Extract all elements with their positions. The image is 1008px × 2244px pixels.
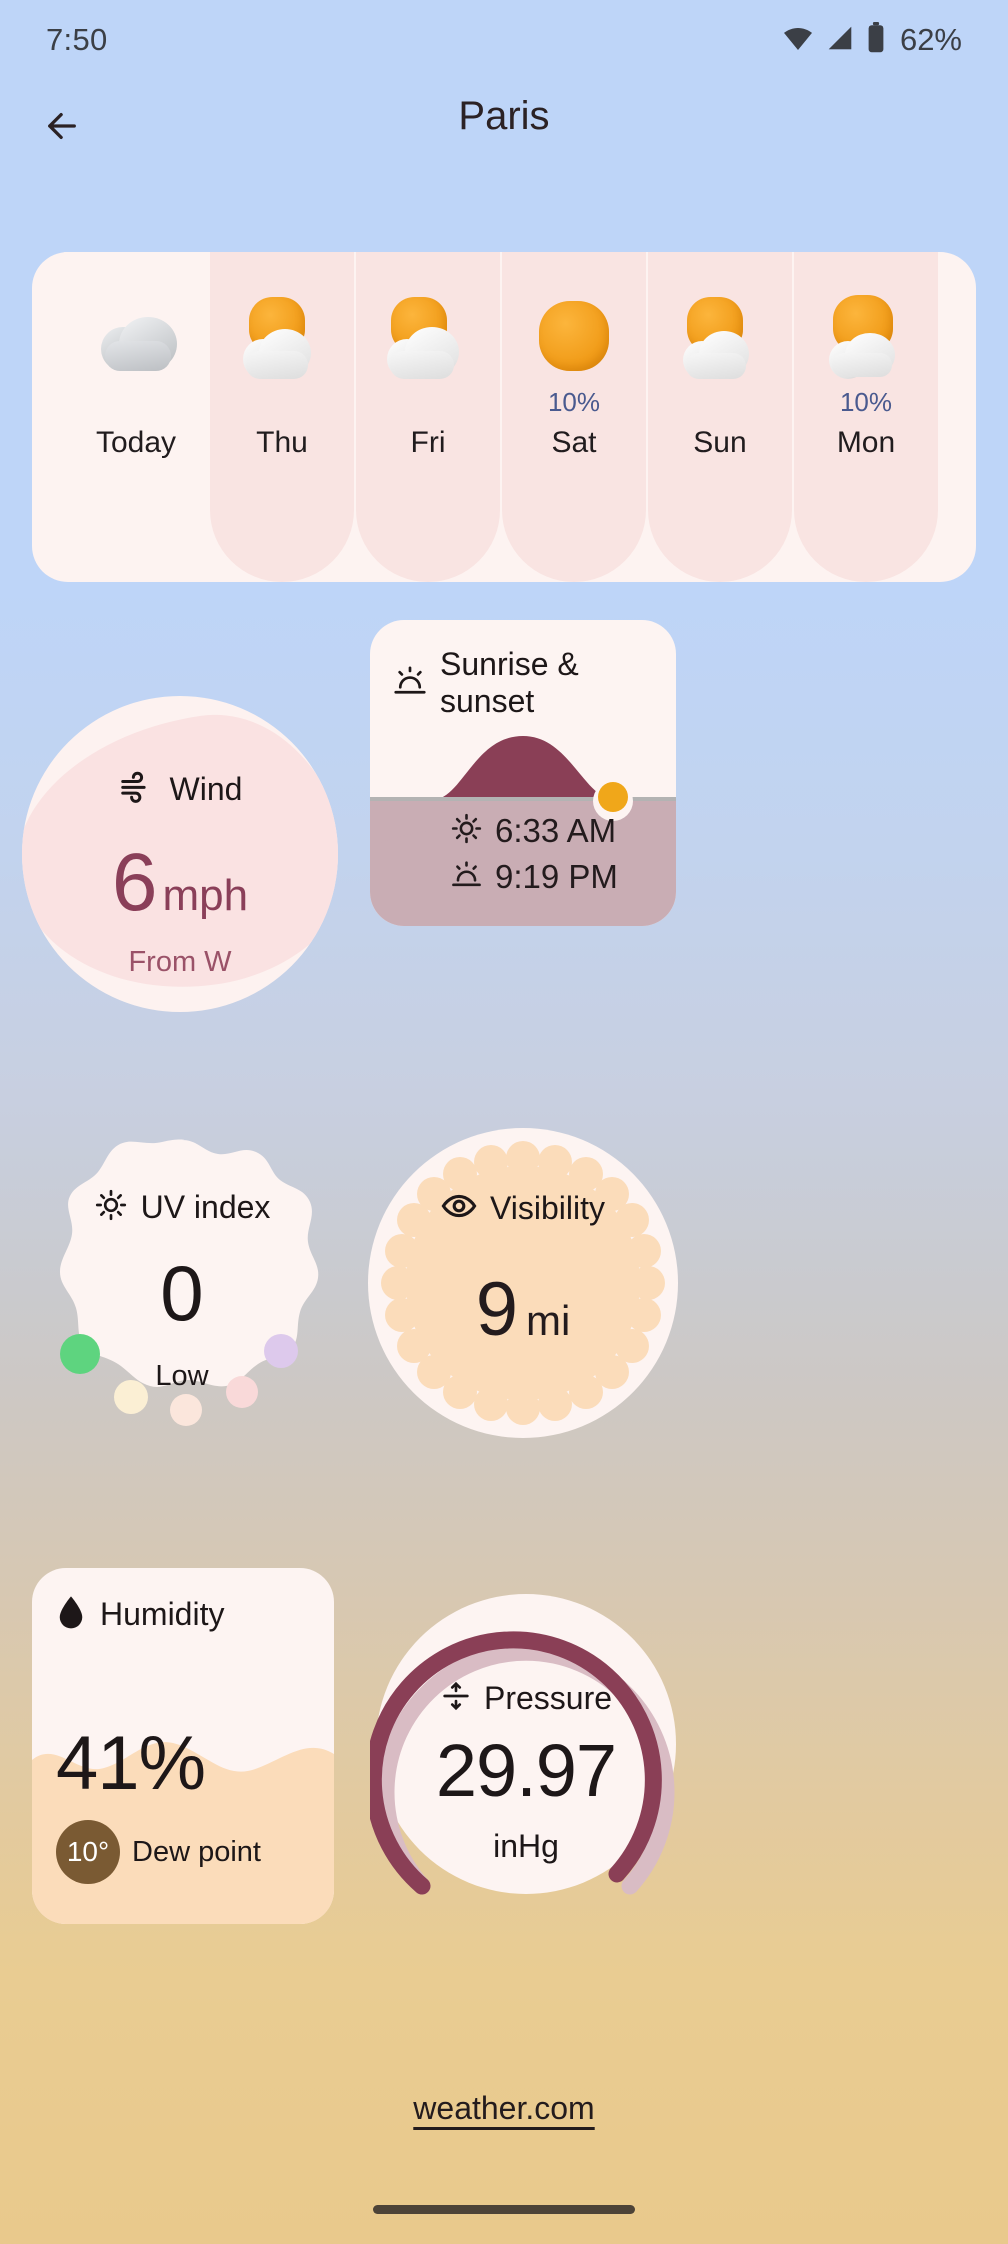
forecast-day-sat[interactable]: 10% Sat <box>502 252 646 582</box>
status-bar-indicators: 62% <box>782 21 962 59</box>
visibility-unit: mi <box>525 1297 571 1344</box>
pressure-value: 29.97 <box>435 1729 617 1812</box>
sun-icon <box>450 812 483 850</box>
eye-icon <box>441 1188 477 1229</box>
wind-value-group: 6 mph <box>22 836 338 930</box>
wifi-icon <box>782 22 814 59</box>
partly-cloudy-icon <box>239 290 325 380</box>
uv-index-card[interactable]: UV index 0 Low <box>36 1138 328 1430</box>
status-bar: 7:50 62% <box>0 0 1008 80</box>
attribution: weather.com <box>0 2090 1008 2127</box>
cloudy-icon <box>93 290 179 380</box>
humidity-value: 41% <box>56 1721 206 1806</box>
status-bar-clock: 7:50 <box>46 22 108 57</box>
battery-icon <box>866 21 886 59</box>
dew-point-label: Dew point <box>132 1835 261 1868</box>
wind-header: Wind <box>22 768 338 811</box>
forecast-day-thu[interactable]: Thu <box>210 252 354 582</box>
sunrise-sunset-card[interactable]: Sunrise & sunset 6:33 AM 9:19 PM <box>370 620 676 926</box>
uv-dot-pink <box>226 1376 258 1408</box>
sun-times-group: 6:33 AM 9:19 PM <box>450 808 618 900</box>
partly-cloudy-icon <box>823 290 909 380</box>
visibility-label: Visibility <box>490 1190 605 1226</box>
sunset-time: 9:19 PM <box>495 858 618 895</box>
pressure-label: Pressure <box>483 1680 613 1716</box>
battery-percentage: 62% <box>899 22 962 57</box>
daily-forecast-strip[interactable]: Today Thu Fri 10% Sat Sun 10% Mon <box>32 252 976 582</box>
partly-cloudy-icon <box>385 290 471 380</box>
partly-cloudy-icon <box>677 290 763 380</box>
humidity-label: Humidity <box>100 1596 225 1632</box>
forecast-day-label: Sat <box>551 426 597 459</box>
droplet-icon <box>56 1594 86 1635</box>
forecast-day-sun[interactable]: Sun <box>648 252 792 582</box>
wind-speed-unit: mph <box>162 871 249 920</box>
sunset-icon <box>450 858 483 896</box>
visibility-value: 9 <box>475 1267 518 1352</box>
dew-point-group: 10° Dew point <box>56 1820 261 1884</box>
forecast-day-mon[interactable]: 10% Mon <box>794 252 938 582</box>
forecast-day-label: Fri <box>410 426 446 459</box>
wind-direction: From W <box>128 946 232 978</box>
uv-index-label: UV index <box>140 1189 271 1225</box>
pressure-header: Pressure <box>370 1680 682 1717</box>
sunny-icon <box>531 290 617 380</box>
pressure-card[interactable]: Pressure 29.97 inHg <box>370 1556 682 1926</box>
sunset-row: 9:19 PM <box>450 854 618 900</box>
system-nav-pill[interactable] <box>373 2205 635 2214</box>
uv-header: UV index <box>36 1188 328 1227</box>
visibility-value-group: 9 mi <box>368 1266 678 1353</box>
forecast-precip: 10% <box>547 387 601 417</box>
sun-icon <box>94 1188 128 1227</box>
cell-signal-icon <box>825 23 855 58</box>
wind-card[interactable]: Wind 6 mph From W <box>22 696 338 1012</box>
wind-label: Wind <box>169 771 243 807</box>
forecast-day-label: Mon <box>836 426 896 459</box>
forecast-day-label: Sun <box>693 426 747 459</box>
sunrise-row: 6:33 AM <box>450 808 618 854</box>
uv-dot-green <box>60 1334 100 1374</box>
page-title: Paris <box>458 94 550 138</box>
weather-com-link[interactable]: weather.com <box>413 2090 594 2126</box>
forecast-day-label: Today <box>95 426 177 459</box>
app-header: Paris <box>0 88 1008 176</box>
wind-icon <box>118 768 156 811</box>
uv-dot-peach <box>170 1394 202 1426</box>
forecast-day-fri[interactable]: Fri <box>356 252 500 582</box>
sunrise-time: 6:33 AM <box>495 812 617 849</box>
pressure-unit: inHg <box>493 1828 559 1864</box>
uv-dot-cream <box>114 1380 148 1414</box>
humidity-card[interactable]: Humidity 41% 10° Dew point <box>32 1568 334 1924</box>
uv-dot-purple <box>264 1334 298 1368</box>
dew-point-badge: 10° <box>56 1820 120 1884</box>
pressure-icon <box>440 1680 472 1717</box>
humidity-header: Humidity <box>56 1594 224 1635</box>
visibility-header: Visibility <box>368 1188 678 1229</box>
forecast-precip: 10% <box>839 387 893 417</box>
uv-index-value: 0 <box>160 1249 204 1337</box>
visibility-card[interactable]: Visibility 9 mi <box>368 1128 678 1438</box>
wind-speed-value: 6 <box>111 837 158 928</box>
forecast-day-today[interactable]: Today <box>64 252 208 582</box>
forecast-track[interactable]: Today Thu Fri 10% Sat Sun 10% Mon <box>32 252 976 582</box>
forecast-day-label: Thu <box>256 426 308 459</box>
